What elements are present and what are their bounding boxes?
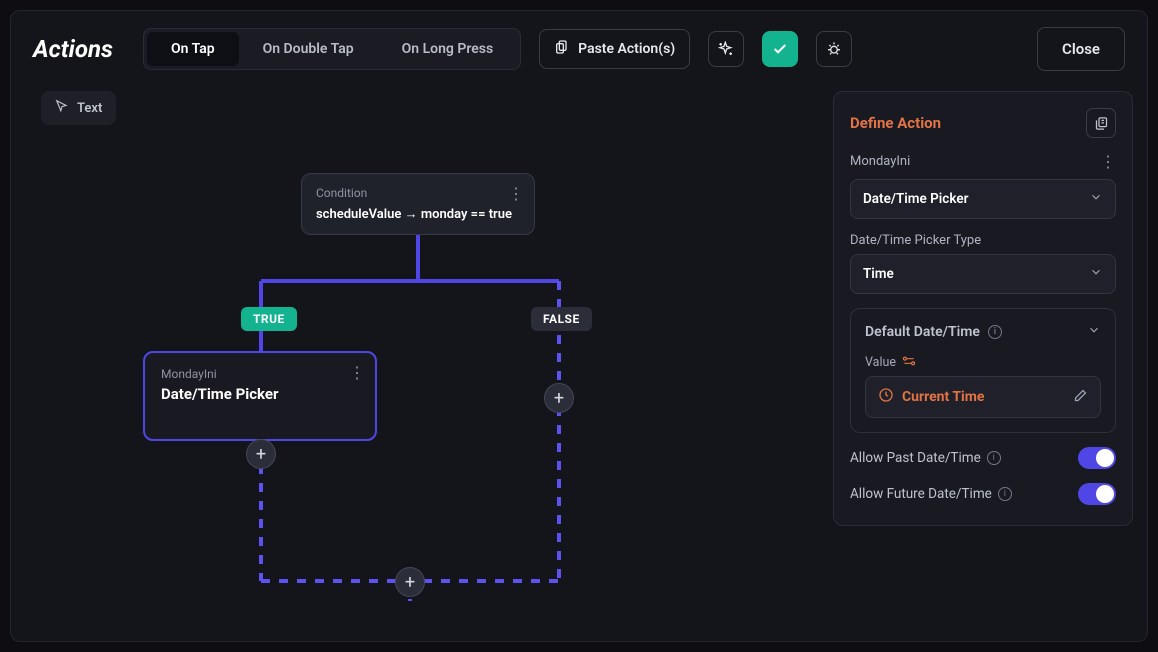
condition-label: Condition	[316, 186, 520, 200]
condition-node[interactable]: ⋮ Condition scheduleValue → monday == tr…	[301, 173, 535, 235]
info-icon[interactable]: i	[998, 487, 1012, 501]
node-menu-icon[interactable]: ⋮	[508, 184, 524, 203]
widget-chip[interactable]: Text	[41, 91, 116, 125]
picker-type-select[interactable]: Time	[850, 254, 1116, 294]
flow-canvas[interactable]: ⋮ Condition scheduleValue → monday == tr…	[11, 131, 817, 641]
condition-expression: scheduleValue → monday == true	[316, 206, 520, 222]
true-badge: TRUE	[241, 307, 297, 331]
smart-action-button[interactable]	[708, 31, 744, 67]
paste-icon	[554, 39, 570, 59]
value-label: Value	[865, 355, 896, 370]
picker-type-value: Time	[863, 266, 894, 282]
default-value-text: Current Time	[902, 389, 984, 405]
allow-past-toggle[interactable]	[1078, 447, 1116, 469]
allow-past-label: Allow Past Date/Time	[850, 450, 981, 466]
picker-type-label: Date/Time Picker Type	[850, 233, 1116, 248]
tab-on-long-press[interactable]: On Long Press	[378, 32, 518, 66]
default-datetime-toggle[interactable]: Default Date/Time i	[865, 323, 1101, 341]
allow-future-toggle[interactable]	[1078, 483, 1116, 505]
add-action-false-button[interactable]: +	[544, 383, 574, 413]
section-label: Default Date/Time	[865, 324, 980, 340]
info-icon[interactable]: i	[988, 325, 1002, 339]
default-value-input[interactable]: Current Time	[865, 376, 1101, 418]
clock-icon	[878, 387, 894, 407]
close-button[interactable]: Close	[1037, 27, 1125, 71]
action-type-value: Date/Time Picker	[863, 191, 968, 207]
add-action-true-button[interactable]: +	[246, 439, 276, 469]
paste-label: Paste Action(s)	[578, 41, 675, 57]
add-action-merge-button[interactable]: +	[395, 567, 425, 597]
properties-panel: Define Action MondayIni ⋮ Date/Time Pick…	[833, 91, 1133, 526]
variable-icon[interactable]	[902, 355, 916, 370]
chevron-down-icon	[1089, 190, 1103, 208]
default-datetime-section: Default Date/Time i Value Curren	[850, 308, 1116, 433]
tab-on-double-tap[interactable]: On Double Tap	[239, 32, 378, 66]
topbar: Actions On Tap On Double Tap On Long Pre…	[11, 11, 1147, 87]
chevron-down-icon	[1087, 323, 1101, 341]
edit-icon[interactable]	[1073, 388, 1088, 407]
copy-action-button[interactable]	[1086, 108, 1116, 138]
page-title: Actions	[33, 35, 113, 63]
action-type-select[interactable]: Date/Time Picker	[850, 179, 1116, 219]
node-name-label: MondayIni	[850, 154, 910, 169]
node-title: Date/Time Picker	[161, 385, 359, 403]
info-icon[interactable]: i	[987, 451, 1001, 465]
action-node-selected[interactable]: ⋮ MondayIni Date/Time Picker	[143, 351, 377, 441]
trigger-tabs: On Tap On Double Tap On Long Press	[143, 28, 521, 70]
panel-title: Define Action	[850, 114, 941, 132]
chip-label: Text	[77, 101, 102, 116]
paste-actions-button[interactable]: Paste Action(s)	[539, 29, 690, 69]
cursor-icon	[55, 99, 69, 117]
actions-editor: Actions On Tap On Double Tap On Long Pre…	[10, 10, 1148, 642]
false-badge: FALSE	[531, 307, 592, 331]
debug-button[interactable]	[816, 31, 852, 67]
chevron-down-icon	[1089, 265, 1103, 283]
node-subtitle: MondayIni	[161, 367, 359, 381]
node-menu-icon[interactable]: ⋮	[1100, 152, 1116, 171]
validate-button[interactable]	[762, 31, 798, 67]
tab-on-tap[interactable]: On Tap	[147, 32, 239, 66]
node-menu-icon[interactable]: ⋮	[349, 363, 365, 382]
allow-future-label: Allow Future Date/Time	[850, 486, 992, 502]
